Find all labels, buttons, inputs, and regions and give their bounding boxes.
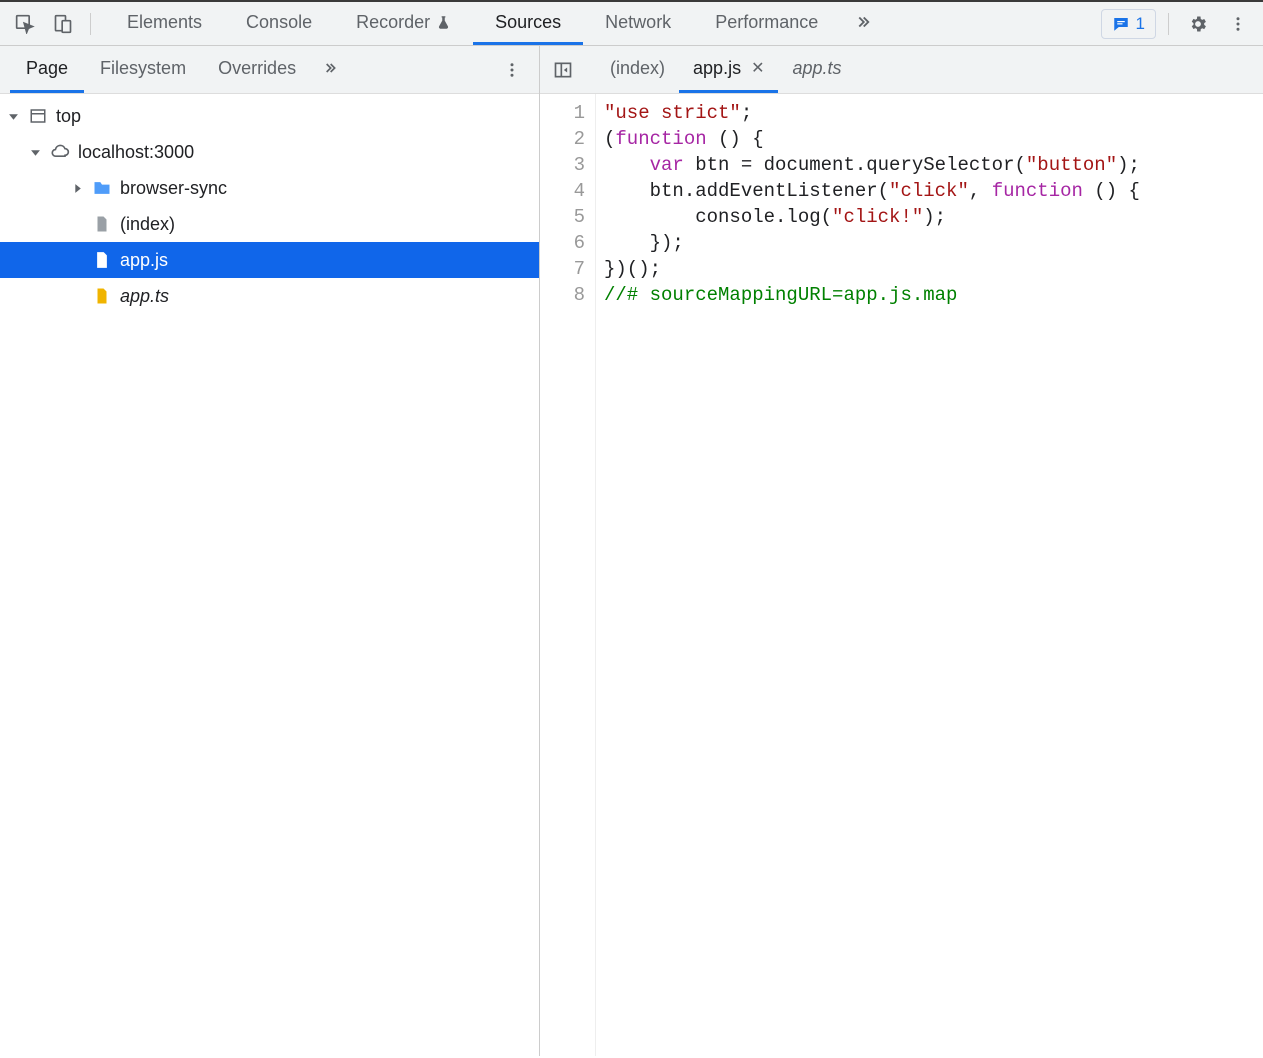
tabs-overflow[interactable] xyxy=(840,2,886,45)
sources-body: Page Filesystem Overrides top xyxy=(0,46,1263,1056)
file-white-icon xyxy=(92,250,112,270)
code-line[interactable]: var btn = document.querySelector("button… xyxy=(604,152,1263,178)
editor-tabs: (index) app.js ✕ app.ts xyxy=(540,46,1263,94)
separator xyxy=(1168,13,1169,35)
tree-label: localhost:3000 xyxy=(78,142,194,163)
navigator-pane: Page Filesystem Overrides top xyxy=(0,46,540,1056)
line-number[interactable]: 1 xyxy=(540,100,585,126)
gear-icon xyxy=(1188,14,1208,34)
code-editor[interactable]: 12345678 "use strict";(function () { var… xyxy=(540,94,1263,1056)
frame-icon xyxy=(28,107,48,125)
tree-row-file[interactable]: app.js xyxy=(0,242,539,278)
code-line[interactable]: console.log("click!"); xyxy=(604,204,1263,230)
tree-label: browser-sync xyxy=(120,178,227,199)
inspect-element-icon[interactable] xyxy=(8,7,42,41)
navigator-tabs: Page Filesystem Overrides xyxy=(0,46,539,94)
tree-label: (index) xyxy=(120,214,175,235)
caret-right-icon xyxy=(72,183,84,194)
code-line[interactable]: //# sourceMappingURL=app.js.map xyxy=(604,282,1263,308)
tab-network[interactable]: Network xyxy=(583,2,693,45)
tree-row-file[interactable]: browser-sync xyxy=(0,170,539,206)
editor-tab[interactable]: app.ts xyxy=(778,46,855,93)
file-tree: top localhost:3000 browser-sync (index) ap… xyxy=(0,94,539,1056)
editor-tab-label: app.js xyxy=(693,58,741,79)
device-toolbar-icon[interactable] xyxy=(46,7,80,41)
toggle-navigator-button[interactable] xyxy=(546,53,580,87)
code-line[interactable]: })(); xyxy=(604,256,1263,282)
code-line[interactable]: }); xyxy=(604,230,1263,256)
subtab-page[interactable]: Page xyxy=(10,46,84,93)
tree-label: top xyxy=(56,106,81,127)
tree-label: app.ts xyxy=(120,286,169,307)
navigator-more-button[interactable] xyxy=(495,53,529,87)
line-gutter: 12345678 xyxy=(540,94,596,1056)
settings-button[interactable] xyxy=(1181,7,1215,41)
editor-tab-label: (index) xyxy=(610,58,665,79)
chevron-double-right-icon xyxy=(854,13,872,31)
separator xyxy=(90,13,91,35)
devtools-toolbar: Elements Console Recorder Sources Networ… xyxy=(0,2,1263,46)
subtabs-overflow[interactable] xyxy=(312,46,348,93)
line-number[interactable]: 5 xyxy=(540,204,585,230)
kebab-icon xyxy=(1229,15,1247,33)
line-number[interactable]: 8 xyxy=(540,282,585,308)
tab-elements[interactable]: Elements xyxy=(105,2,224,45)
line-number[interactable]: 2 xyxy=(540,126,585,152)
flask-icon xyxy=(436,15,451,30)
chevron-double-right-icon xyxy=(322,60,338,76)
main-tabs: Elements Console Recorder Sources Networ… xyxy=(105,2,1095,45)
toolbar-left-icons xyxy=(8,7,105,41)
tree-row-file[interactable]: app.ts xyxy=(0,278,539,314)
file-yellow-icon xyxy=(92,286,112,306)
file-gray-icon xyxy=(92,214,112,234)
code-line[interactable]: "use strict"; xyxy=(604,100,1263,126)
cloud-icon xyxy=(50,142,70,162)
subtab-overrides[interactable]: Overrides xyxy=(202,46,312,93)
line-number[interactable]: 3 xyxy=(540,152,585,178)
code-line[interactable]: (function () { xyxy=(604,126,1263,152)
toolbar-right: 1 xyxy=(1095,7,1255,41)
issues-button[interactable]: 1 xyxy=(1101,9,1156,39)
kebab-icon xyxy=(503,61,521,79)
tab-console[interactable]: Console xyxy=(224,2,334,45)
editor-pane: (index) app.js ✕ app.ts 12345678 "use stric… xyxy=(540,46,1263,1056)
line-number[interactable]: 7 xyxy=(540,256,585,282)
editor-tab[interactable]: app.js ✕ xyxy=(679,46,778,93)
line-number[interactable]: 4 xyxy=(540,178,585,204)
tree-row-origin[interactable]: localhost:3000 xyxy=(0,134,539,170)
editor-tab-label: app.ts xyxy=(792,58,841,79)
tab-sources[interactable]: Sources xyxy=(473,2,583,45)
panel-left-icon xyxy=(553,60,573,80)
issues-count: 1 xyxy=(1136,14,1145,34)
code-content[interactable]: "use strict";(function () { var btn = do… xyxy=(596,94,1263,1056)
tab-performance[interactable]: Performance xyxy=(693,2,840,45)
editor-tab[interactable]: (index) xyxy=(596,46,679,93)
caret-down-icon xyxy=(8,111,20,122)
more-menu-button[interactable] xyxy=(1221,7,1255,41)
line-number[interactable]: 6 xyxy=(540,230,585,256)
folder-icon xyxy=(92,178,112,198)
chat-icon xyxy=(1112,15,1130,33)
tree-row-top[interactable]: top xyxy=(0,98,539,134)
caret-down-icon xyxy=(30,147,42,158)
subtab-filesystem[interactable]: Filesystem xyxy=(84,46,202,93)
code-line[interactable]: btn.addEventListener("click", function (… xyxy=(604,178,1263,204)
close-icon[interactable]: ✕ xyxy=(751,58,764,78)
tree-label: app.js xyxy=(120,250,168,271)
tab-recorder[interactable]: Recorder xyxy=(334,2,473,45)
tree-row-file[interactable]: (index) xyxy=(0,206,539,242)
